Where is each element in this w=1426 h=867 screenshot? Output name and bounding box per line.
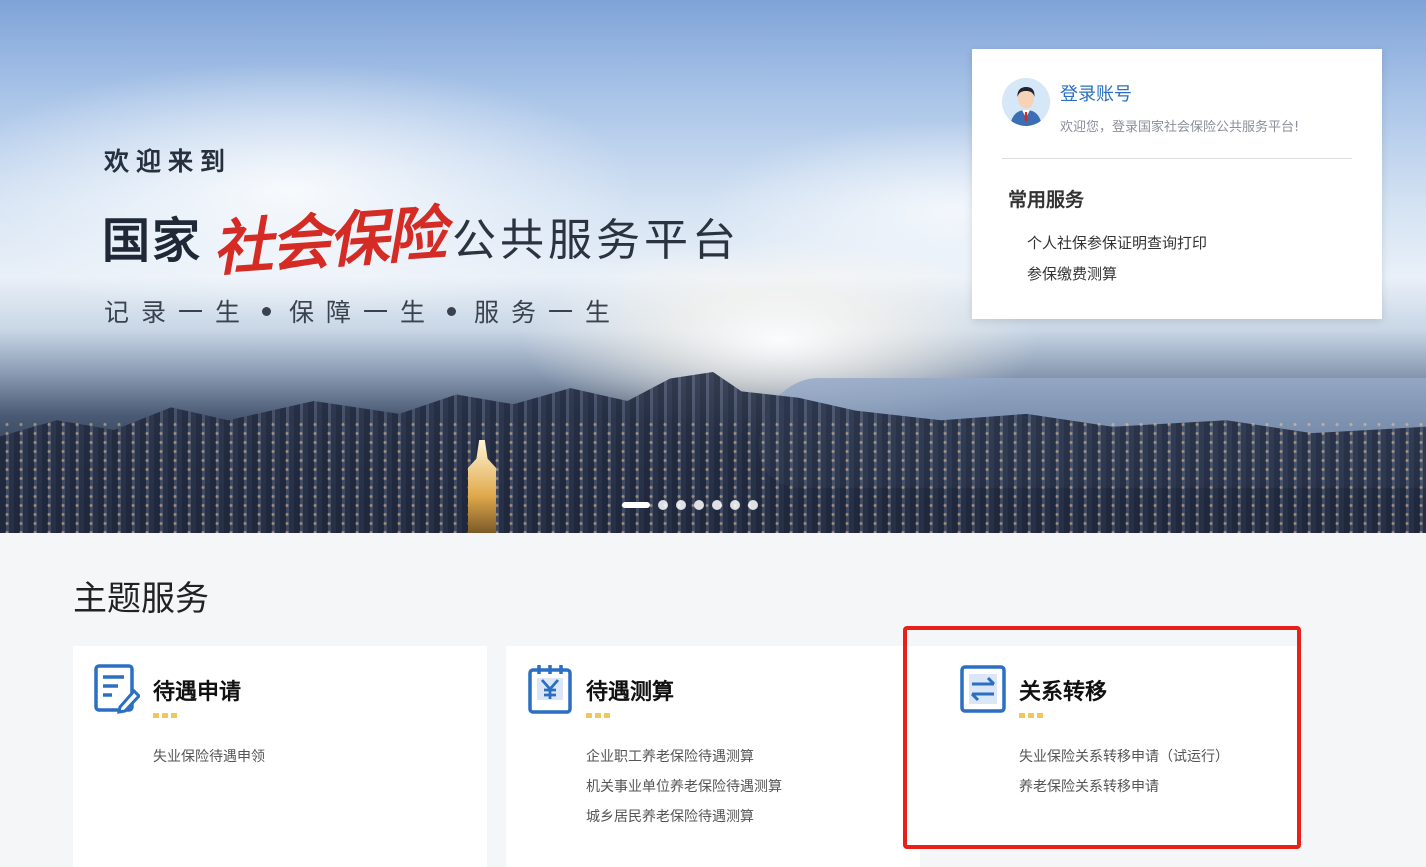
login-welcome-text: 欢迎您，登录国家社会保险公共服务平台! (1060, 120, 1300, 135)
carousel-indicators (622, 500, 758, 510)
carousel-dot[interactable] (676, 500, 686, 510)
user-avatar-icon (1002, 78, 1050, 126)
hero-title: 国家 社会保险 公共服务平台 (102, 196, 741, 284)
card-link-list: 企业职工养老保险待遇测算 机关事业单位养老保险待遇测算 城乡居民养老保险待遇测算 (586, 746, 782, 836)
form-edit-icon (94, 664, 140, 714)
service-link[interactable]: 企业职工养老保险待遇测算 (586, 746, 782, 776)
hero-title-part2: 社会保险 (210, 198, 447, 285)
card-title: 待遇测算 (586, 680, 675, 705)
card-title: 待遇申请 (153, 680, 242, 705)
divider (1002, 158, 1352, 159)
common-service-link[interactable]: 参保缴费测算 (1027, 262, 1207, 293)
service-link[interactable]: 机关事业单位养老保险待遇测算 (586, 776, 782, 806)
carousel-dot[interactable] (748, 500, 758, 510)
carousel-dot-active[interactable] (622, 502, 650, 508)
slogan-dot (447, 306, 457, 316)
common-services-title: 常用服务 (1008, 189, 1085, 211)
title-decoration (153, 713, 177, 718)
carousel-dot[interactable] (712, 500, 722, 510)
carousel-dot[interactable] (694, 500, 704, 510)
service-link[interactable]: 城乡居民养老保险待遇测算 (586, 806, 782, 836)
hero-title-part3: 公共服务平台 (452, 215, 741, 266)
title-decoration (586, 713, 610, 718)
calculator-yen-icon (528, 665, 572, 714)
slogan-item: 保障一生 (289, 298, 438, 327)
slogan-item: 记录一生 (104, 298, 253, 327)
login-card: 登录账号 欢迎您，登录国家社会保险公共服务平台! 常用服务 个人社保参保证明查询… (972, 49, 1382, 319)
hero-slogan: 记录一生 保障一生 服务一生 (104, 293, 622, 329)
highlight-annotation-box (903, 626, 1301, 849)
theme-services-title: 主题服务 (73, 579, 209, 619)
avatar[interactable] (1002, 78, 1050, 126)
carousel-dot[interactable] (730, 500, 740, 510)
common-service-link[interactable]: 个人社保参保证明查询打印 (1027, 231, 1207, 262)
slogan-item: 服务一生 (474, 298, 623, 327)
hero-title-part1: 国家 (102, 213, 203, 269)
login-account-link[interactable]: 登录账号 (1060, 80, 1132, 106)
city-lights (0, 420, 1426, 533)
service-link[interactable]: 失业保险待遇申领 (153, 746, 265, 776)
card-link-list: 失业保险待遇申领 (153, 746, 265, 776)
service-card-benefit-calc: 待遇测算 企业职工养老保险待遇测算 机关事业单位养老保险待遇测算 城乡居民养老保… (506, 646, 920, 867)
service-card-benefit-apply: 待遇申请 失业保险待遇申领 (73, 646, 487, 867)
hero-welcome: 欢迎来到 (104, 147, 233, 176)
common-services-list: 个人社保参保证明查询打印 参保缴费测算 (1027, 231, 1207, 293)
carousel-dot[interactable] (658, 500, 668, 510)
slogan-dot (262, 306, 272, 316)
